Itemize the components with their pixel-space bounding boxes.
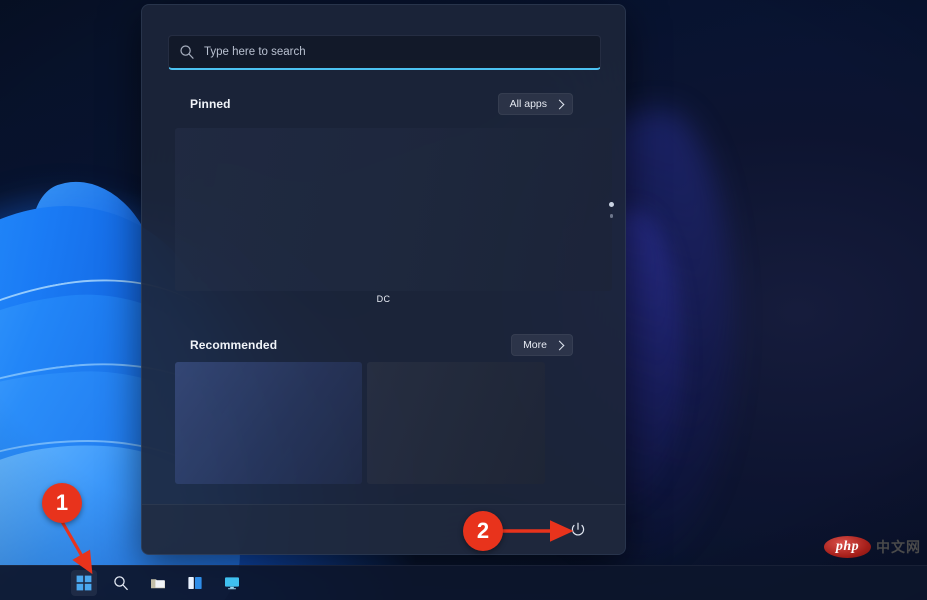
pinned-pagination-dots[interactable] bbox=[609, 202, 614, 218]
taskbar-file-explorer-button[interactable] bbox=[145, 570, 171, 596]
start-menu-body: Pinned All apps DC Recommended More bbox=[142, 5, 625, 504]
folder-icon bbox=[150, 575, 166, 591]
recommended-item[interactable] bbox=[367, 362, 545, 484]
power-icon bbox=[570, 522, 586, 538]
pinned-apps-grid[interactable] bbox=[175, 128, 612, 291]
more-button[interactable]: More bbox=[511, 334, 573, 356]
chevron-right-icon bbox=[555, 99, 565, 109]
callout-badge-1: 1 bbox=[42, 483, 82, 523]
start-search-box[interactable] bbox=[168, 35, 601, 70]
search-icon bbox=[179, 44, 195, 60]
more-label: More bbox=[523, 339, 547, 351]
recommended-section-header: Recommended More bbox=[190, 334, 573, 356]
desktop: Pinned All apps DC Recommended More bbox=[0, 0, 927, 600]
taskbar-start-button[interactable] bbox=[71, 570, 97, 596]
php-logo: php bbox=[824, 536, 871, 558]
taskbar-chat-button[interactable] bbox=[219, 570, 245, 596]
taskbar-widgets-button[interactable] bbox=[182, 570, 208, 596]
page-dot-inactive[interactable] bbox=[610, 214, 614, 218]
site-watermark: php 中文网 bbox=[824, 536, 921, 558]
recommended-item[interactable] bbox=[175, 362, 362, 484]
page-dot-active[interactable] bbox=[609, 202, 614, 207]
taskbar bbox=[0, 565, 927, 600]
widgets-icon bbox=[187, 575, 203, 591]
start-menu-footer bbox=[142, 504, 625, 554]
all-apps-label: All apps bbox=[510, 98, 547, 110]
pinned-title: Pinned bbox=[190, 97, 231, 111]
pinned-section-header: Pinned All apps bbox=[190, 93, 573, 115]
recommended-list bbox=[175, 362, 545, 484]
watermark-suffix: 中文网 bbox=[876, 537, 921, 557]
chevron-right-icon bbox=[555, 340, 565, 350]
search-input[interactable] bbox=[204, 46, 590, 58]
power-button[interactable] bbox=[563, 515, 593, 545]
start-menu-panel: Pinned All apps DC Recommended More bbox=[141, 4, 626, 555]
callout-badge-2: 2 bbox=[463, 511, 503, 551]
recommended-title: Recommended bbox=[190, 338, 277, 352]
taskbar-search-button[interactable] bbox=[108, 570, 134, 596]
windows-logo-icon bbox=[76, 575, 92, 591]
search-icon bbox=[113, 575, 129, 591]
taskbar-icon-group bbox=[71, 570, 245, 596]
pinned-app-caption: DC bbox=[142, 294, 625, 304]
all-apps-button[interactable]: All apps bbox=[498, 93, 573, 115]
monitor-icon bbox=[224, 575, 240, 591]
